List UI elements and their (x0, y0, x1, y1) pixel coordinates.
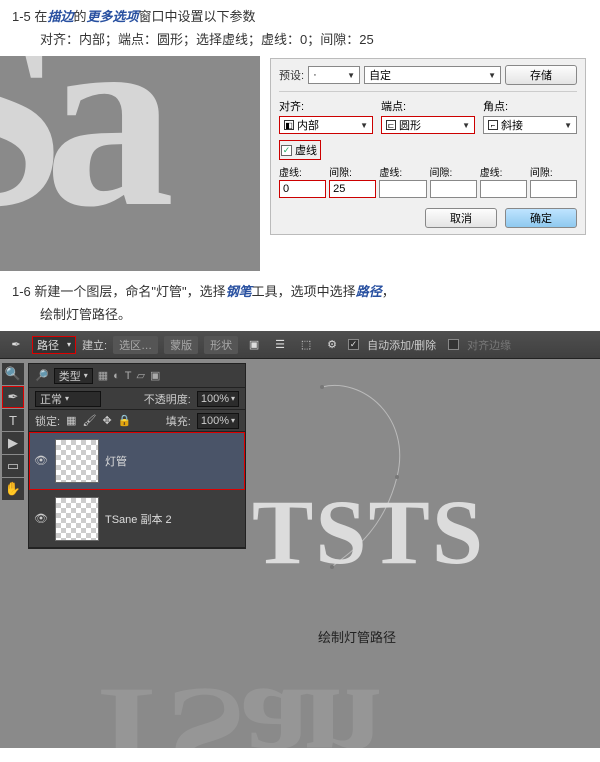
path-select-tool-icon[interactable]: ▶ (2, 432, 24, 454)
step-1-5-heading: 1-5 在描边的更多选项窗口中设置以下参数 (0, 0, 600, 27)
filter-pixel-icon[interactable]: ▦ (98, 369, 108, 382)
tool-mode-select[interactable]: 路径▾ (32, 336, 76, 354)
cancel-button[interactable]: 取消 (425, 208, 497, 228)
dash3-input[interactable] (480, 180, 527, 198)
blend-mode-select[interactable]: 正常▾ (35, 391, 101, 407)
fill-input[interactable]: 100%▾ (197, 413, 239, 429)
layer-thumbnail (55, 439, 99, 483)
figure-caption: 绘制灯管路径 (318, 627, 396, 646)
visibility-icon[interactable]: 👁 (33, 454, 49, 467)
opacity-input[interactable]: 100%▾ (197, 391, 239, 407)
dash2-input[interactable] (379, 180, 426, 198)
shape-tool-icon[interactable]: ▭ (2, 455, 24, 477)
path-arrange-icon[interactable]: ⬚ (296, 335, 316, 355)
corner-label: 角点: (483, 98, 577, 114)
lock-transparent-icon[interactable]: ▦ (66, 414, 76, 427)
cap-round-icon: ⊏ (386, 120, 396, 130)
step-1-6-line2: 绘制灯管路径。 (0, 302, 600, 331)
lock-label: 锁定: (35, 413, 60, 429)
gap2-input[interactable] (430, 180, 477, 198)
layer-thumbnail (55, 497, 99, 541)
hand-tool-icon[interactable]: ✋ (2, 478, 24, 500)
preset-select[interactable]: ·▼ (308, 66, 360, 84)
path-ops-icon[interactable]: ▣ (244, 335, 264, 355)
align-label: 对齐: (279, 98, 373, 114)
filter-smart-icon[interactable]: ▣ (150, 369, 160, 382)
corner-miter-icon: ⌐ (488, 120, 498, 130)
filter-adjust-icon[interactable]: ◐ (113, 370, 120, 382)
figure-1-6: ✒ 路径▾ 建立: 选区… 蒙版 形状 ▣ ☰ ⬚ ⚙ 自动添加/删除 对齐边缘… (0, 331, 600, 748)
gap1-input[interactable] (329, 180, 376, 198)
emph-stroke: 描边 (47, 9, 73, 24)
cap-label: 端点: (381, 98, 475, 114)
gear-icon[interactable]: ⚙ (322, 335, 342, 355)
preset-name-select[interactable]: 自定▼ (364, 66, 501, 84)
corner-select[interactable]: ⌐斜接▼ (483, 116, 577, 134)
build-selection-button[interactable]: 选区… (113, 336, 158, 354)
ps-options-bar: ✒ 路径▾ 建立: 选区… 蒙版 形状 ▣ ☰ ⬚ ⚙ 自动添加/删除 对齐边缘 (0, 331, 600, 359)
lock-move-icon[interactable]: ✥ (102, 414, 111, 427)
emph-pen: 钢笔 (226, 284, 252, 299)
step-num: 1-5 (12, 9, 31, 24)
layers-panel: 🔎 类型▾ ▦ ◐ T ▱ ▣ 正常▾ 不透明度: 100%▾ 锁定: ▦ 🖌 … (28, 363, 246, 549)
visibility-icon[interactable]: 👁 (33, 512, 49, 525)
canvas-preview: Sa (0, 56, 260, 271)
opacity-label: 不透明度: (144, 391, 191, 407)
ps-tools-strip: 🔍 ✒ T ▶ ▭ ✋ (2, 363, 24, 500)
canvas-sample-text: TSTS (252, 479, 485, 585)
layer-row-active[interactable]: 👁 灯管 (29, 432, 245, 490)
dash-checkbox[interactable]: ✓虚线 (279, 140, 321, 160)
auto-add-checkbox[interactable] (348, 339, 359, 350)
save-button[interactable]: 存储 (505, 65, 577, 85)
stroke-options-dialog: 预设: ·▼ 自定▼ 存储 对齐: ◧内部▼ 端点: ⊏圆形▼ 角点: ⌐斜接▼… (270, 58, 586, 235)
layer-name: TSane 副本 2 (105, 511, 172, 527)
reflection-text: TSan (80, 659, 375, 748)
filter-type-icon[interactable]: T (125, 370, 132, 382)
emph-path: 路径 (356, 284, 382, 299)
gap3-input[interactable] (530, 180, 577, 198)
pen-tool-button[interactable]: ✒ (2, 386, 24, 408)
step-1-5-sub: 对齐：内部；端点：圆形；选择虚线；虚线：0；间隙：25 (0, 27, 600, 56)
build-label: 建立: (82, 337, 107, 353)
lock-paint-icon[interactable]: 🖌 (82, 414, 96, 427)
build-shape-button[interactable]: 形状 (204, 336, 238, 354)
emph-more-options: 更多选项 (86, 9, 138, 24)
step-num-16: 1-6 (12, 284, 31, 299)
type-tool-icon[interactable]: T (2, 409, 24, 431)
align-edges-checkbox[interactable] (448, 339, 459, 350)
magnify-tool-icon[interactable]: 🔍 (2, 363, 24, 385)
filter-kind-icon[interactable]: 🔎 (35, 369, 49, 382)
build-mask-button[interactable]: 蒙版 (164, 336, 198, 354)
align-inside-icon: ◧ (284, 120, 294, 130)
filter-shape-icon[interactable]: ▱ (137, 369, 145, 382)
dash1-input[interactable] (279, 180, 326, 198)
layer-row[interactable]: 👁 TSane 副本 2 (29, 490, 245, 548)
cap-select[interactable]: ⊏圆形▼ (381, 116, 475, 134)
sample-text: Sa (0, 56, 155, 267)
pen-tool-icon: ✒ (6, 335, 26, 355)
figure-1-5: Sa 预设: ·▼ 自定▼ 存储 对齐: ◧内部▼ 端点: ⊏圆形▼ 角点: ⌐… (0, 56, 600, 271)
fill-label: 填充: (166, 413, 191, 429)
lock-all-icon[interactable]: 🔒 (118, 414, 132, 427)
step-1-6-heading: 1-6 新建一个图层，命名"灯管"，选择钢笔工具，选项中选择路径， (0, 271, 600, 302)
path-align-icon[interactable]: ☰ (270, 335, 290, 355)
preset-label: 预设: (279, 67, 304, 83)
align-select[interactable]: ◧内部▼ (279, 116, 373, 134)
layer-name: 灯管 (105, 453, 127, 469)
filter-type-select[interactable]: 类型▾ (54, 368, 93, 384)
ok-button[interactable]: 确定 (505, 208, 577, 228)
